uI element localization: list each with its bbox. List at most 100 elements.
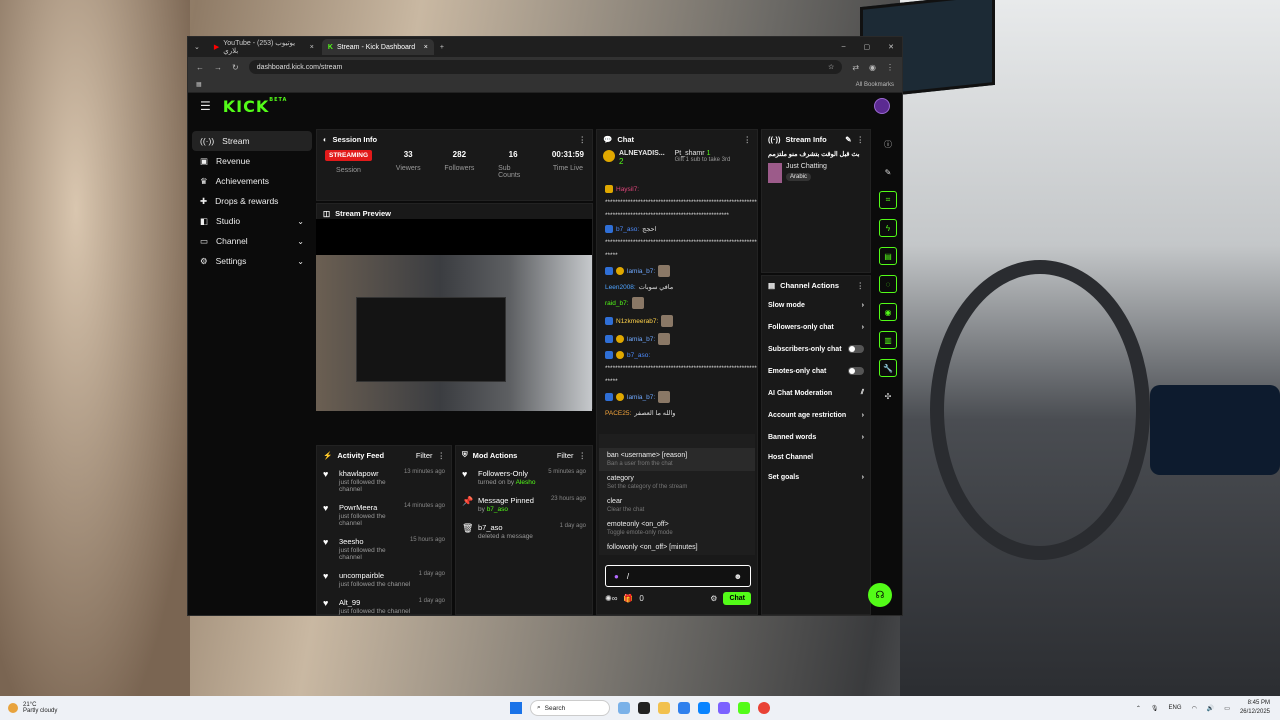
mic-icon[interactable]: 🎙 (1151, 705, 1159, 712)
chat-bubble-icon[interactable]: ◌ (879, 275, 897, 293)
back-icon[interactable]: ← (196, 63, 204, 72)
set-goals-action[interactable]: Set goals › (762, 466, 870, 488)
all-bookmarks[interactable]: All Bookmarks (856, 82, 894, 88)
emotes-only-toggle[interactable] (848, 367, 864, 375)
minimize-icon[interactable]: – (842, 43, 846, 51)
language-indicator[interactable]: ENG (1169, 705, 1182, 711)
wrench-icon[interactable]: 🔧 (879, 359, 897, 377)
sidebar-item-revenue[interactable]: ▣ Revenue (192, 151, 312, 171)
kick-app-icon[interactable] (738, 702, 750, 714)
tab-youtube[interactable]: ▶ YouTube - (253) يوتيوب بلاري × (208, 39, 320, 55)
lightning-icon[interactable]: ϟ (879, 219, 897, 237)
sidebar-item-stream[interactable]: ((·)) Stream (192, 131, 312, 151)
more-icon[interactable]: ⋮ (579, 451, 587, 460)
command-item[interactable]: category Set the category of the stream (599, 471, 755, 494)
feed-user[interactable]: Alt_99 (339, 598, 413, 607)
edit-icon[interactable]: ✎ (845, 135, 851, 144)
chat-user[interactable]: N1zkmeerab7: (616, 318, 658, 325)
category-thumbnail[interactable] (768, 163, 782, 183)
ai-moderation-action[interactable]: AI Chat Moderation ⫽ (762, 382, 870, 404)
weather-widget[interactable]: 21°C Partly cloudy (0, 702, 57, 714)
extensions-icon[interactable]: ⇄ (852, 63, 859, 72)
chat-user[interactable]: b7_aso: (616, 226, 639, 233)
command-item[interactable]: followonly <on_off> [minutes] (599, 540, 755, 555)
more-icon[interactable]: ⋮ (438, 451, 446, 460)
tab-kick[interactable]: K Stream - Kick Dashboard × (321, 39, 434, 55)
chat-user[interactable]: lamia_b7: (627, 394, 655, 401)
windows-start-icon[interactable] (510, 702, 522, 714)
taskbar-search[interactable]: ⌕ Search (530, 700, 610, 716)
profile-icon[interactable]: ◉ (869, 63, 876, 72)
more-icon[interactable]: ⋮ (579, 135, 587, 144)
feed-user[interactable]: uncompairble (339, 571, 413, 580)
menu-icon[interactable]: ⋮ (886, 63, 894, 72)
chat-input[interactable]: ● / ☻ (605, 565, 751, 587)
more-icon[interactable]: ⋮ (857, 281, 865, 290)
top-gifter[interactable]: ALNEYADIS... 2 (619, 150, 665, 180)
chat-user[interactable]: Leen2008: (605, 284, 636, 291)
send-chat-button[interactable]: Chat (723, 592, 751, 605)
broadcast-icon[interactable]: ◉ (879, 303, 897, 321)
mic-icon[interactable]: ● (614, 572, 619, 581)
maximize-icon[interactable]: ▢ (864, 43, 871, 51)
feed-user[interactable]: PowrMeera (339, 503, 398, 512)
points-icon[interactable]: ✺∞ (605, 594, 617, 603)
chevron-up-icon[interactable]: ⌃ (1136, 705, 1141, 712)
gift-icon[interactable]: 🎁 (623, 594, 633, 603)
tab-list-icon[interactable]: ⌄ (188, 43, 206, 51)
mod-action-user[interactable]: b7_aso (487, 506, 508, 513)
more-icon[interactable]: ⋮ (744, 135, 752, 144)
file-explorer-icon[interactable] (658, 702, 670, 714)
mod-action-name[interactable]: b7_aso (478, 523, 554, 532)
chat-user[interactable]: PACE25: (605, 410, 631, 417)
new-tab-icon[interactable]: + (434, 44, 450, 51)
layers-icon[interactable]: ▥ (879, 331, 897, 349)
account-age-action[interactable]: Account age restriction › (762, 404, 870, 426)
sidebar-item-drops[interactable]: ✚ Drops & rewards (192, 191, 312, 211)
filter-button[interactable]: Filter (557, 451, 574, 460)
wifi-icon[interactable]: ◠ (1192, 705, 1197, 712)
hamburger-menu-icon[interactable]: ☰ (200, 99, 211, 113)
mod-action-user[interactable]: Alesho (516, 479, 536, 486)
sidebar-item-achievements[interactable]: ♛ Achievements (192, 171, 312, 191)
store-icon[interactable] (678, 702, 690, 714)
feed-user[interactable]: 3eesho (339, 537, 404, 546)
feed-user[interactable]: khawlapowr (339, 469, 398, 478)
scan-icon[interactable]: ⌗ (879, 191, 897, 209)
sidebar-item-channel[interactable]: ▭ Channel ⌄ (192, 231, 312, 251)
widgets-icon[interactable] (618, 702, 630, 714)
slow-mode-action[interactable]: Slow mode › (762, 294, 870, 316)
support-button[interactable]: ☊ (868, 583, 892, 607)
reload-icon[interactable]: ↻ (232, 63, 239, 72)
banned-words-action[interactable]: Banned words › (762, 426, 870, 448)
apps-icon[interactable]: ▦ (196, 81, 202, 88)
command-item[interactable]: emoteonly <on_off> Toggle emote-only mode (599, 517, 755, 540)
sidebar-item-settings[interactable]: ⚙ Settings ⌄ (192, 251, 312, 271)
subscribers-only-toggle[interactable] (848, 345, 864, 353)
stream-preview-video[interactable] (316, 219, 592, 411)
gear-icon[interactable]: ⚙ (710, 594, 717, 603)
forward-icon[interactable]: → (214, 63, 222, 72)
nodes-icon[interactable]: ✣ (879, 387, 897, 405)
pencil-icon[interactable]: ✎ (879, 163, 897, 181)
clock[interactable]: 8:45 PM 26/12/2025 (1240, 699, 1270, 717)
close-window-icon[interactable]: ✕ (888, 43, 894, 51)
star-icon[interactable]: ☆ (828, 63, 834, 71)
followers-only-action[interactable]: Followers-only chat › (762, 316, 870, 338)
discord-icon[interactable] (718, 702, 730, 714)
battery-icon[interactable]: ▭ (1224, 705, 1230, 712)
volume-icon[interactable]: 🔊 (1207, 705, 1214, 712)
kick-logo[interactable]: KICKBETA (223, 97, 288, 116)
url-field[interactable]: dashboard.kick.com/stream ☆ (248, 60, 843, 74)
more-icon[interactable]: ⋮ (857, 135, 865, 144)
chat-user[interactable]: b7_aso: (627, 352, 650, 359)
sidebar-item-studio[interactable]: ◧ Studio ⌄ (192, 211, 312, 231)
close-icon[interactable]: × (424, 44, 428, 51)
chat-user[interactable]: lamia_b7: (627, 268, 655, 275)
document-icon[interactable]: ▤ (879, 247, 897, 265)
avatar[interactable] (874, 98, 890, 114)
info-icon[interactable]: ⓘ (879, 135, 897, 153)
emoji-icon[interactable]: ☻ (734, 572, 742, 581)
chat-user[interactable]: lamia_b7: (627, 336, 655, 343)
chat-user[interactable]: Haysil7: (616, 186, 639, 193)
